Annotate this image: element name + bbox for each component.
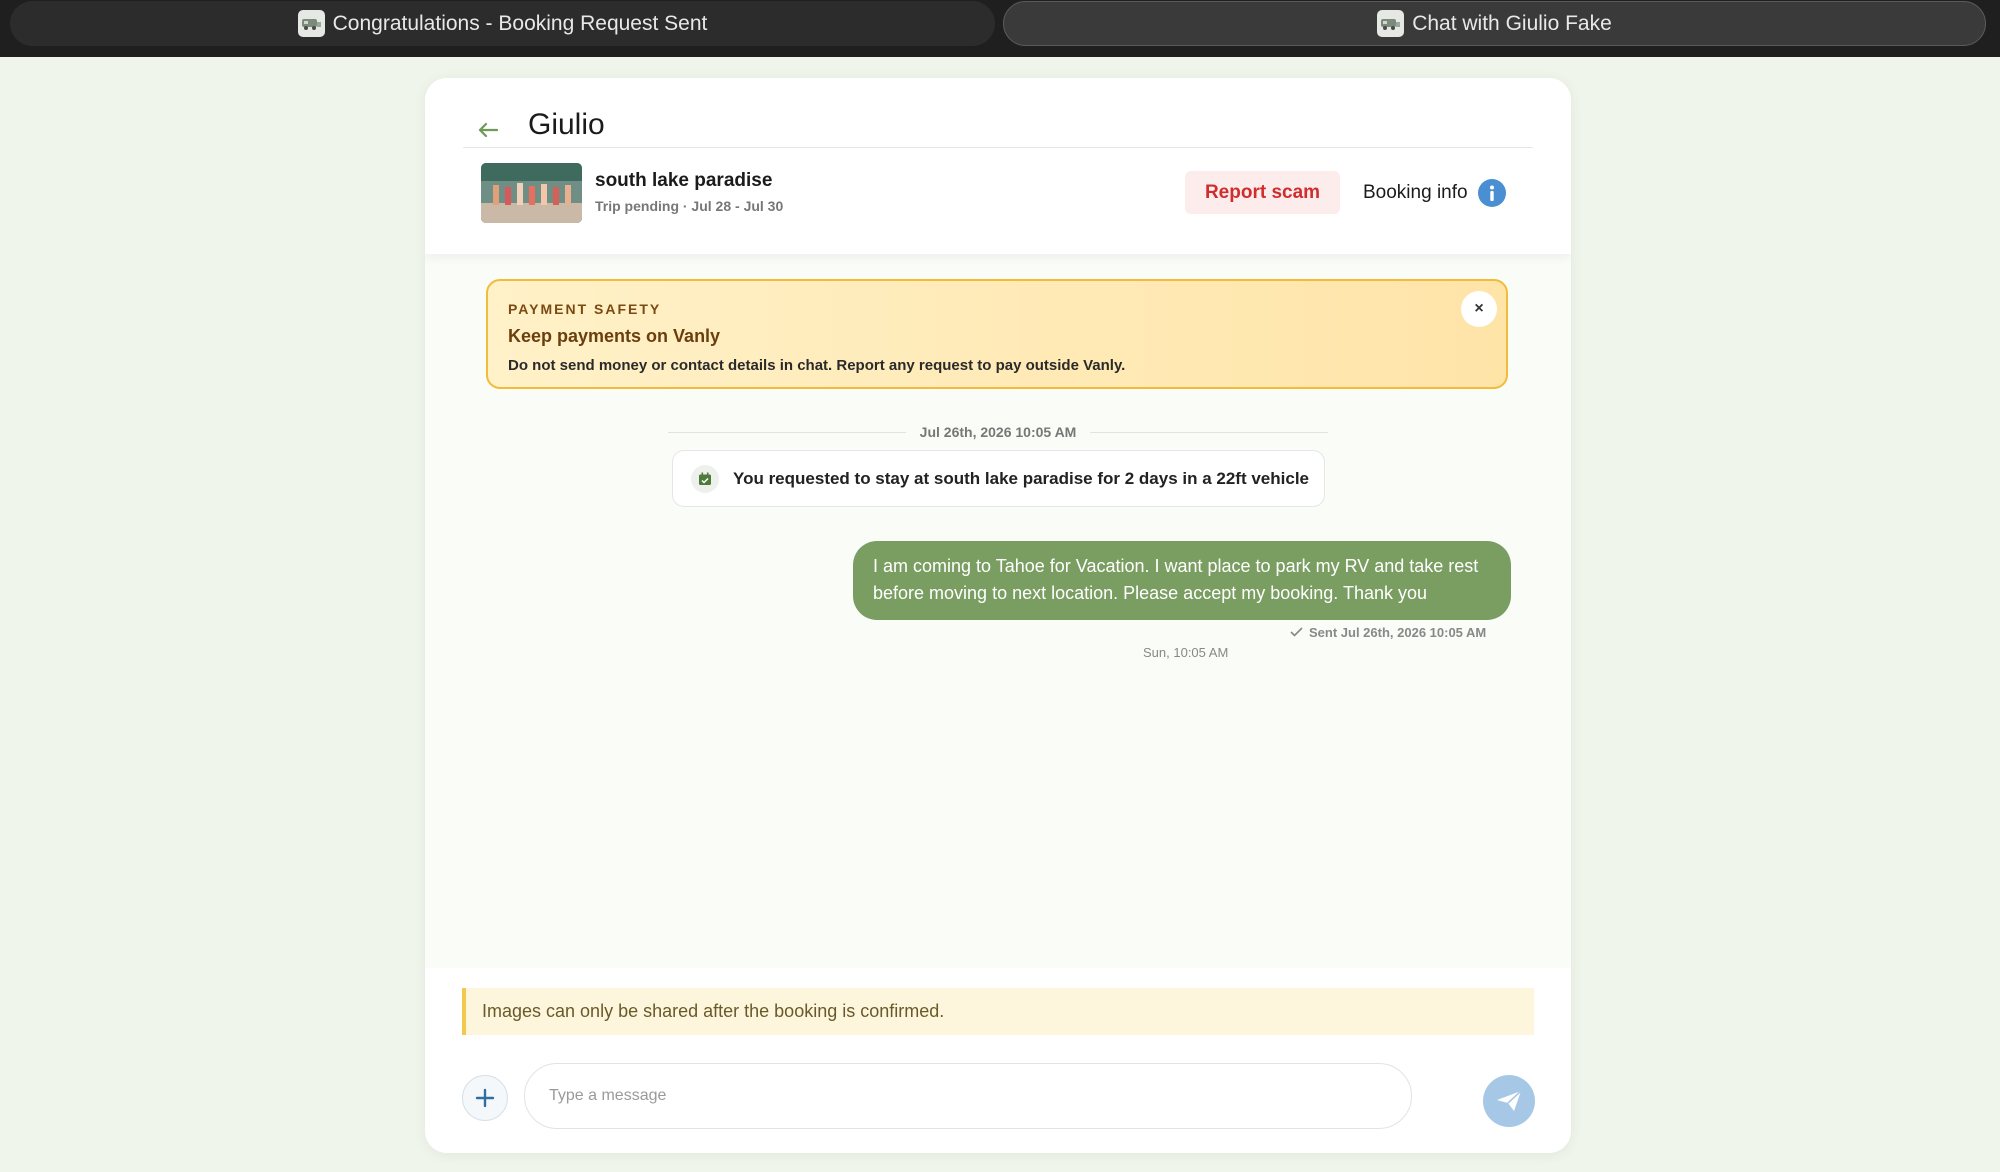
system-message-text: You requested to stay at south lake para… <box>733 468 1309 488</box>
header-divider <box>463 147 1533 148</box>
close-icon: × <box>1474 300 1484 317</box>
browser-tab-bar: Congratulations - Booking Request Sent C… <box>0 0 2000 57</box>
site-favicon-icon <box>297 10 325 37</box>
send-icon <box>1497 1090 1522 1111</box>
calendar-icon <box>691 464 719 493</box>
booking-info-button[interactable]: Booking info <box>1363 178 1506 208</box>
close-banner-button[interactable]: × <box>1461 291 1497 327</box>
banner-title: Keep payments on Vanly <box>508 326 721 346</box>
payment-safety-banner: PAYMENT SAFETY Keep payments on Vanly Do… <box>486 279 1508 389</box>
browser-tab-label: Chat with Giulio Fake <box>1412 11 1612 35</box>
message-input[interactable] <box>524 1063 1412 1129</box>
back-button[interactable] <box>475 117 501 143</box>
browser-tab-label: Congratulations - Booking Request Sent <box>332 11 708 35</box>
outgoing-message-bubble: I am coming to Tahoe for Vacation. I wan… <box>853 541 1511 620</box>
divider <box>668 431 906 433</box>
chat-card: Giulio south lake paradise Trip pending … <box>425 78 1571 1153</box>
date-separator: Jul 26th, 2026 10:05 AM <box>668 422 1329 442</box>
date-separator-label: Jul 26th, 2026 10:05 AM <box>919 424 1077 440</box>
arrow-left-icon <box>478 122 498 138</box>
booking-info-label: Booking info <box>1363 182 1468 203</box>
trip-status: Trip pending · Jul 28 - Jul 30 <box>595 198 784 214</box>
booking-request-event: You requested to stay at south lake para… <box>672 450 1325 507</box>
message-sent-status: Sent Jul 26th, 2026 10:05 AM <box>1290 623 1486 641</box>
plus-icon <box>475 1088 495 1108</box>
listing-thumbnail[interactable] <box>481 163 582 223</box>
site-favicon-icon <box>1377 10 1405 37</box>
info-icon <box>1477 179 1506 207</box>
chat-title: Giulio <box>528 108 605 141</box>
listing-name[interactable]: south lake paradise <box>595 170 772 192</box>
browser-tab-chat[interactable]: Chat with Giulio Fake <box>1003 1 1986 46</box>
banner-body: Do not send money or contact details in … <box>508 357 1126 374</box>
divider <box>1090 431 1329 433</box>
sent-status-text: Sent Jul 26th, 2026 10:05 AM <box>1309 624 1487 640</box>
send-button[interactable] <box>1483 1075 1535 1127</box>
add-attachment-button[interactable] <box>462 1075 508 1121</box>
checkmark-icon <box>1290 627 1303 637</box>
message-day-time: Sun, 10:05 AM <box>1143 645 1229 660</box>
report-scam-button[interactable]: Report scam <box>1185 171 1340 214</box>
browser-tab-booking-request[interactable]: Congratulations - Booking Request Sent <box>10 1 995 46</box>
image-sharing-notice: Images can only be shared after the book… <box>462 988 1534 1035</box>
banner-kicker: PAYMENT SAFETY <box>508 301 662 317</box>
chat-header: Giulio south lake paradise Trip pending … <box>425 78 1571 254</box>
